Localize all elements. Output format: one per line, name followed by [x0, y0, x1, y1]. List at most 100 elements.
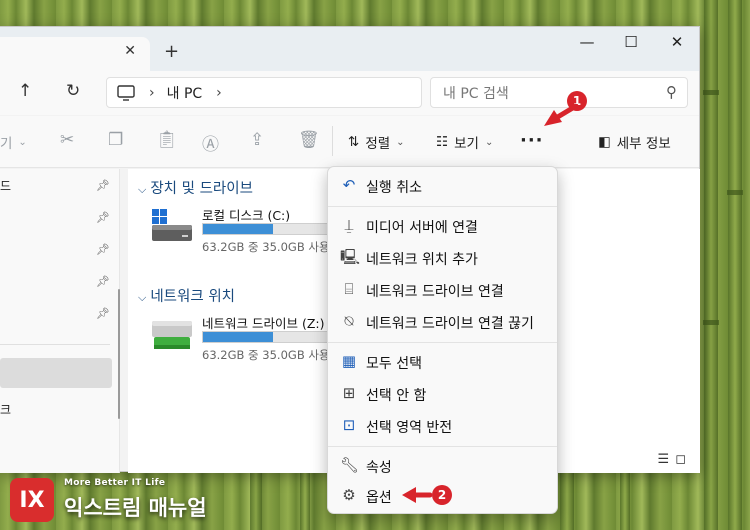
chevron-down-icon: ⌵	[138, 183, 147, 196]
group-header-devices[interactable]: ⌵ 장치 및 드라이브	[138, 177, 253, 198]
menu-separator	[328, 342, 557, 343]
bamboo-node	[727, 190, 743, 195]
options-gear-icon: ⚙	[342, 486, 356, 504]
nav-divider	[0, 344, 110, 345]
menu-item-label: 실행 취소	[366, 180, 422, 196]
copy-icon[interactable]: ❐	[108, 130, 123, 150]
menu-item-select-all[interactable]: ▦ 모두 선택	[328, 347, 557, 377]
undo-icon: ↶	[342, 176, 356, 194]
drive-usage-bar	[202, 331, 332, 343]
drive-name: 로컬 디스크 (C:)	[202, 208, 291, 223]
bamboo-stalk	[300, 472, 310, 530]
menu-item-label: 네트워크 드라이브 연결 끊기	[366, 316, 534, 332]
explorer-tab[interactable]: ✕	[0, 37, 150, 71]
menu-item-label: 속성	[366, 460, 392, 476]
more-options-button[interactable]: ···	[520, 130, 544, 151]
media-server-icon: ⍊	[344, 216, 354, 234]
drive-space-text: 63.2GB 중 35.0GB 사용	[202, 348, 330, 362]
brand-watermark: IX More Better IT Life 익스트림 매뉴얼	[10, 472, 230, 528]
menu-item-undo[interactable]: ↶ 실행 취소	[328, 171, 557, 201]
menu-item-map-network-drive[interactable]: ⌸ 네트워크 드라이브 연결	[328, 275, 557, 305]
menu-item-label: 옵션	[366, 490, 392, 506]
up-arrow-icon[interactable]: ↑	[18, 81, 32, 101]
address-box[interactable]: › 내 PC ›	[106, 77, 422, 108]
menu-item-invert-selection[interactable]: ⊡ 선택 영역 반전	[328, 411, 557, 441]
chevron-down-icon: ⌄	[484, 136, 494, 148]
title-bar: ✕ + — ☐ ✕	[0, 27, 699, 71]
menu-item-disconnect-network-drive[interactable]: ⍉ 네트워크 드라이브 연결 끊기	[328, 307, 557, 337]
bamboo-stalk	[704, 0, 718, 530]
details-pane-button[interactable]: ◧ 세부 정보	[598, 132, 671, 152]
menu-item-label: 모두 선택	[366, 356, 422, 372]
rename-icon[interactable]: Ⓐ	[202, 130, 219, 155]
group-title: 네트워크 위치	[150, 289, 235, 305]
bamboo-stalk	[560, 472, 574, 530]
drive-space-text: 63.2GB 중 35.0GB 사용	[202, 240, 330, 254]
invert-selection-icon: ⊡	[342, 416, 356, 434]
bamboo-node	[703, 90, 719, 95]
share-icon[interactable]: ⇪	[250, 130, 264, 150]
menu-separator	[328, 446, 557, 447]
tab-close-icon[interactable]: ✕	[124, 43, 136, 59]
drive-local-c[interactable]: 로컬 디스크 (C:) 63.2GB 중 35.0GB 사용	[150, 205, 350, 265]
more-options-menu: ↶ 실행 취소 ⍊ 미디어 서버에 연결 🖳︎ 네트워크 위치 추가 ⌸ 네트워…	[327, 166, 558, 514]
close-button[interactable]: ✕	[662, 33, 692, 51]
chevron-right-icon[interactable]: ›	[216, 85, 222, 101]
sort-label: 정렬	[365, 136, 391, 152]
delete-icon[interactable]: 🗑︎	[298, 130, 320, 150]
sort-button[interactable]: ⇅ 정렬 ⌄	[348, 132, 405, 152]
menu-item-properties[interactable]: 🔧︎ 속성	[328, 451, 557, 481]
brand-tagline: More Better IT Life	[64, 478, 166, 488]
menu-item-add-network-location[interactable]: 🖳︎ 네트워크 위치 추가	[328, 243, 557, 273]
chevron-down-icon: ⌄	[396, 136, 405, 148]
view-label: 보기	[454, 136, 479, 152]
monitor-icon	[117, 84, 135, 101]
group-header-network[interactable]: ⌵ 네트워크 위치	[138, 285, 235, 306]
drive-usage-bar	[202, 223, 332, 235]
select-all-icon: ▦	[341, 352, 357, 370]
menu-separator	[328, 206, 557, 207]
chevron-down-icon: ⌵	[138, 291, 147, 304]
new-button-partial[interactable]: 기 ⌄	[0, 132, 27, 152]
select-none-icon: ⊞	[342, 384, 356, 402]
network-location-icon: 🖳︎	[340, 248, 361, 266]
address-bar: ↑ ↻ › 내 PC › 내 PC 검색 ⚲	[0, 71, 699, 115]
pin-icon: 📌︎	[96, 211, 110, 224]
menu-item-select-none[interactable]: ⊞ 선택 안 함	[328, 379, 557, 409]
menu-item-connect-media-server[interactable]: ⍊ 미디어 서버에 연결	[328, 211, 557, 241]
menu-item-label: 선택 안 함	[366, 388, 427, 404]
group-title: 장치 및 드라이브	[150, 181, 253, 197]
step-arrow-2	[402, 487, 432, 503]
network-drive-icon	[152, 321, 192, 349]
bamboo-stalk	[728, 0, 742, 530]
menu-item-label: 네트워크 드라이브 연결	[366, 284, 504, 300]
details-label: 세부 정보	[616, 136, 671, 152]
menu-item-label: 미디어 서버에 연결	[366, 220, 478, 236]
windows-drive-icon	[152, 209, 192, 241]
refresh-icon[interactable]: ↻	[66, 81, 80, 101]
new-tab-button[interactable]: +	[164, 41, 179, 62]
view-button[interactable]: ☷ 보기 ⌄	[436, 132, 493, 152]
pin-icon: 📌︎	[96, 243, 110, 256]
bamboo-stalk	[620, 472, 630, 530]
toolbar-divider	[332, 126, 333, 156]
nav-item-this-pc-selected[interactable]	[0, 358, 112, 388]
maximize-button[interactable]: ☐	[616, 33, 646, 51]
cut-icon[interactable]: ✂	[60, 130, 74, 150]
view-toggle-icons[interactable]: ☰◻	[658, 452, 692, 467]
minimize-button[interactable]: —	[572, 33, 602, 51]
nav-item-label[interactable]: 드	[0, 177, 11, 194]
nav-item-label[interactable]: 크	[0, 401, 11, 418]
drive-usage-fill	[203, 332, 274, 342]
paste-icon[interactable]: 📋︎	[156, 130, 178, 150]
bamboo-stalk	[250, 472, 262, 530]
details-pane-icon: ◧	[598, 134, 611, 150]
pin-icon: 📌︎	[96, 307, 110, 320]
sort-icon: ⇅	[348, 134, 360, 150]
chevron-down-icon: ⌄	[18, 136, 27, 148]
drive-network-z[interactable]: 네트워크 드라이브 (Z:) 63.2GB 중 35.0GB 사용	[150, 313, 350, 373]
breadcrumb-this-pc[interactable]: 내 PC	[167, 83, 203, 103]
nav-scrollbar[interactable]	[118, 289, 120, 419]
chevron-right-icon: ›	[149, 84, 155, 101]
menu-item-label: 선택 영역 반전	[366, 420, 453, 436]
